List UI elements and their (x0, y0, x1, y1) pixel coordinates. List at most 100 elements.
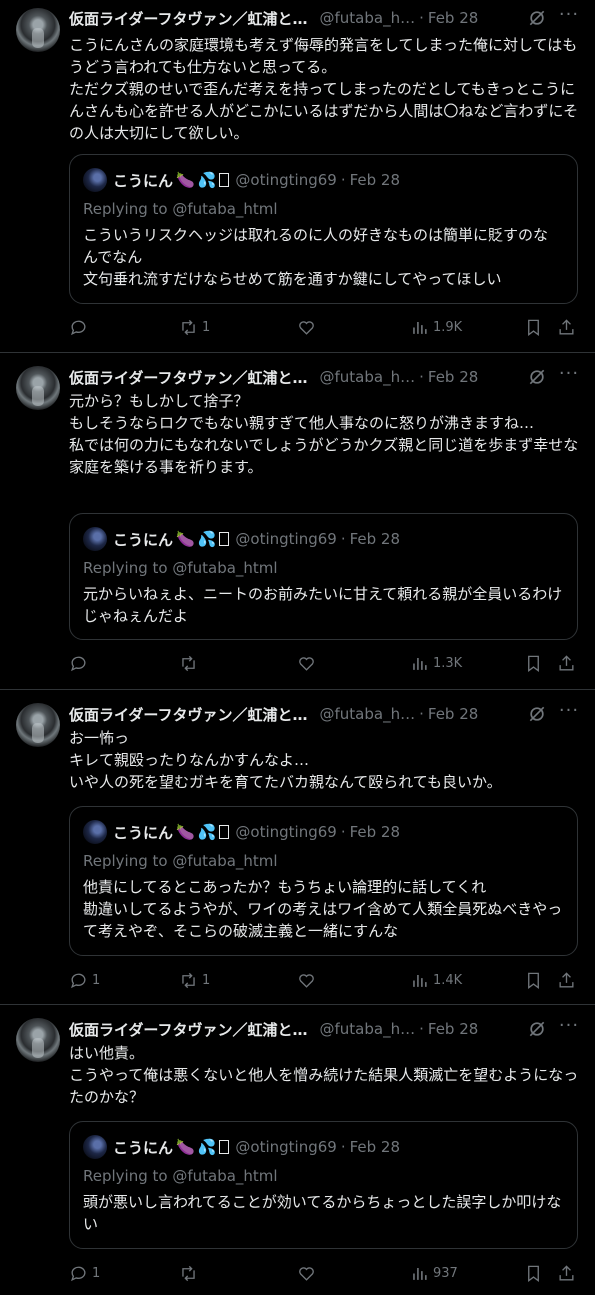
separator: · (340, 823, 346, 841)
tweet-text: お一怖っ キレて親殴ったりなんかすんなよ… いや人の死を望むガキを育てたバカ親な… (69, 729, 502, 791)
tweet[interactable]: 仮面ライダーフタヴァン／虹浦と… @futaba_h… · Feb 28 ···… (0, 1005, 595, 1295)
repost-icon (182, 319, 195, 335)
bookmark-button[interactable] (524, 970, 543, 990)
quote-author-name: こうにん (113, 171, 174, 190)
sweat-emoji: 💦 (197, 171, 217, 189)
eggplant-emoji: 🍆 (176, 823, 195, 841)
tweet-date[interactable]: Feb 28 (428, 368, 478, 386)
share-icon (559, 654, 574, 671)
repost-button[interactable]: 1 (179, 317, 210, 337)
more-icon[interactable]: ··· (557, 6, 581, 28)
reply-icon (71, 1266, 86, 1281)
quote-author-name: こうにん (113, 823, 174, 842)
share-button[interactable] (557, 1263, 576, 1283)
grok-icon[interactable] (527, 367, 547, 387)
missing-glyph-icon (219, 173, 230, 187)
reply-count: 1 (92, 972, 101, 988)
bookmark-icon (528, 1265, 539, 1282)
views-button[interactable]: 1.9K (410, 317, 462, 337)
share-icon (559, 971, 574, 988)
avatar[interactable] (16, 8, 60, 52)
views-button[interactable]: 937 (410, 1263, 458, 1283)
author-name[interactable]: 仮面ライダーフタヴァン／虹浦と… (69, 1019, 308, 1040)
author-handle[interactable]: @futaba_h… (320, 705, 416, 723)
quote-author-handle: @otingting69 (235, 1138, 337, 1156)
views-icon (413, 1267, 427, 1280)
reply-icon (71, 320, 86, 335)
repost-count: 1 (202, 972, 211, 988)
tweet-header: 仮面ライダーフタヴァン／虹浦と… @futaba_h… · Feb 28 (69, 6, 581, 30)
more-icon[interactable]: ··· (557, 365, 581, 387)
quote-author-handle: @otingting69 (235, 530, 337, 548)
heart-icon (299, 656, 314, 671)
like-button[interactable] (297, 970, 316, 990)
reply-button[interactable]: 1 (69, 970, 100, 990)
heart-icon (299, 320, 314, 335)
quoted-tweet[interactable]: こうにん 🍆 💦 @otingting69 · Feb 28 Replying … (69, 154, 578, 304)
repost-count: 1 (202, 319, 211, 335)
grok-icon[interactable] (527, 704, 547, 724)
repost-icon (182, 1265, 195, 1281)
share-button[interactable] (557, 653, 576, 673)
avatar[interactable] (16, 703, 60, 747)
tweet-date[interactable]: Feb 28 (428, 1020, 478, 1038)
quote-replying-to: Replying to @futaba_html (83, 1167, 278, 1185)
share-button[interactable] (557, 317, 576, 337)
views-count: 1.9K (433, 319, 463, 335)
separator: · (340, 171, 346, 189)
more-icon[interactable]: ··· (557, 1017, 581, 1039)
author-handle[interactable]: @futaba_h… (320, 368, 416, 386)
repost-button[interactable] (179, 653, 202, 673)
reply-icon (71, 973, 86, 988)
eggplant-emoji: 🍆 (176, 1138, 195, 1156)
bookmark-button[interactable] (524, 653, 543, 673)
reply-icon (71, 656, 86, 671)
bookmark-button[interactable] (524, 1263, 543, 1283)
more-icon[interactable]: ··· (557, 702, 581, 724)
repost-button[interactable]: 1 (179, 970, 210, 990)
quoted-tweet[interactable]: こうにん 🍆 💦 @otingting69 · Feb 28 Replying … (69, 513, 578, 640)
tweet[interactable]: 仮面ライダーフタヴァン／虹浦と… @futaba_h… · Feb 28 ···… (0, 690, 595, 1005)
reply-button[interactable] (69, 653, 92, 673)
sweat-emoji: 💦 (197, 530, 217, 548)
separator: · (419, 368, 424, 386)
separator: · (340, 530, 346, 548)
bookmark-button[interactable] (524, 317, 543, 337)
author-name[interactable]: 仮面ライダーフタヴァン／虹浦と… (69, 8, 308, 29)
timeline-feed: 仮面ライダーフタヴァン／虹浦と… @futaba_h… · Feb 28 ···… (0, 0, 595, 1295)
quoted-tweet[interactable]: こうにん 🍆 💦 @otingting69 · Feb 28 Replying … (69, 806, 578, 956)
views-icon (413, 974, 427, 987)
quote-replying-to: Replying to @futaba_html (83, 852, 278, 870)
avatar[interactable] (16, 1018, 60, 1062)
tweet-header: 仮面ライダーフタヴァン／虹浦と… @futaba_h… · Feb 28 (69, 1017, 581, 1041)
eggplant-emoji: 🍆 (176, 530, 195, 548)
tweet-actions: 1 1.9K (69, 317, 579, 337)
reply-button[interactable] (69, 317, 92, 337)
like-button[interactable] (297, 317, 316, 337)
views-button[interactable]: 1.3K (410, 653, 462, 673)
grok-icon[interactable] (527, 1019, 547, 1039)
views-button[interactable]: 1.4K (410, 970, 462, 990)
quoted-tweet[interactable]: こうにん 🍆 💦 @otingting69 · Feb 28 Replying … (69, 1121, 578, 1249)
like-button[interactable] (297, 653, 316, 673)
author-handle[interactable]: @futaba_h… (320, 9, 416, 27)
tweet-date[interactable]: Feb 28 (428, 705, 478, 723)
avatar[interactable] (16, 366, 60, 410)
reply-button[interactable]: 1 (69, 1263, 100, 1283)
repost-icon (182, 972, 195, 988)
missing-glyph-icon (219, 825, 230, 839)
quote-text: 元からいねぇよ、ニートのお前みたいに甘えて頼れる親が全員いるわけじゃねぇんだよ (83, 585, 563, 625)
author-name[interactable]: 仮面ライダーフタヴァン／虹浦と… (69, 367, 308, 388)
tweet-date[interactable]: Feb 28 (428, 9, 478, 27)
like-button[interactable] (297, 1263, 316, 1283)
tweet[interactable]: 仮面ライダーフタヴァン／虹浦と… @futaba_h… · Feb 28 ···… (0, 353, 595, 690)
tweet[interactable]: 仮面ライダーフタヴァン／虹浦と… @futaba_h… · Feb 28 ···… (0, 0, 595, 353)
grok-icon[interactable] (527, 8, 547, 28)
quote-header: こうにん 🍆 💦 @otingting69 · Feb 28 (83, 527, 400, 551)
author-handle[interactable]: @futaba_h… (320, 1020, 416, 1038)
tweet-header: 仮面ライダーフタヴァン／虹浦と… @futaba_h… · Feb 28 (69, 702, 581, 726)
share-button[interactable] (557, 970, 576, 990)
author-name[interactable]: 仮面ライダーフタヴァン／虹浦と… (69, 704, 308, 725)
separator: · (340, 1138, 346, 1156)
repost-button[interactable] (179, 1263, 202, 1283)
